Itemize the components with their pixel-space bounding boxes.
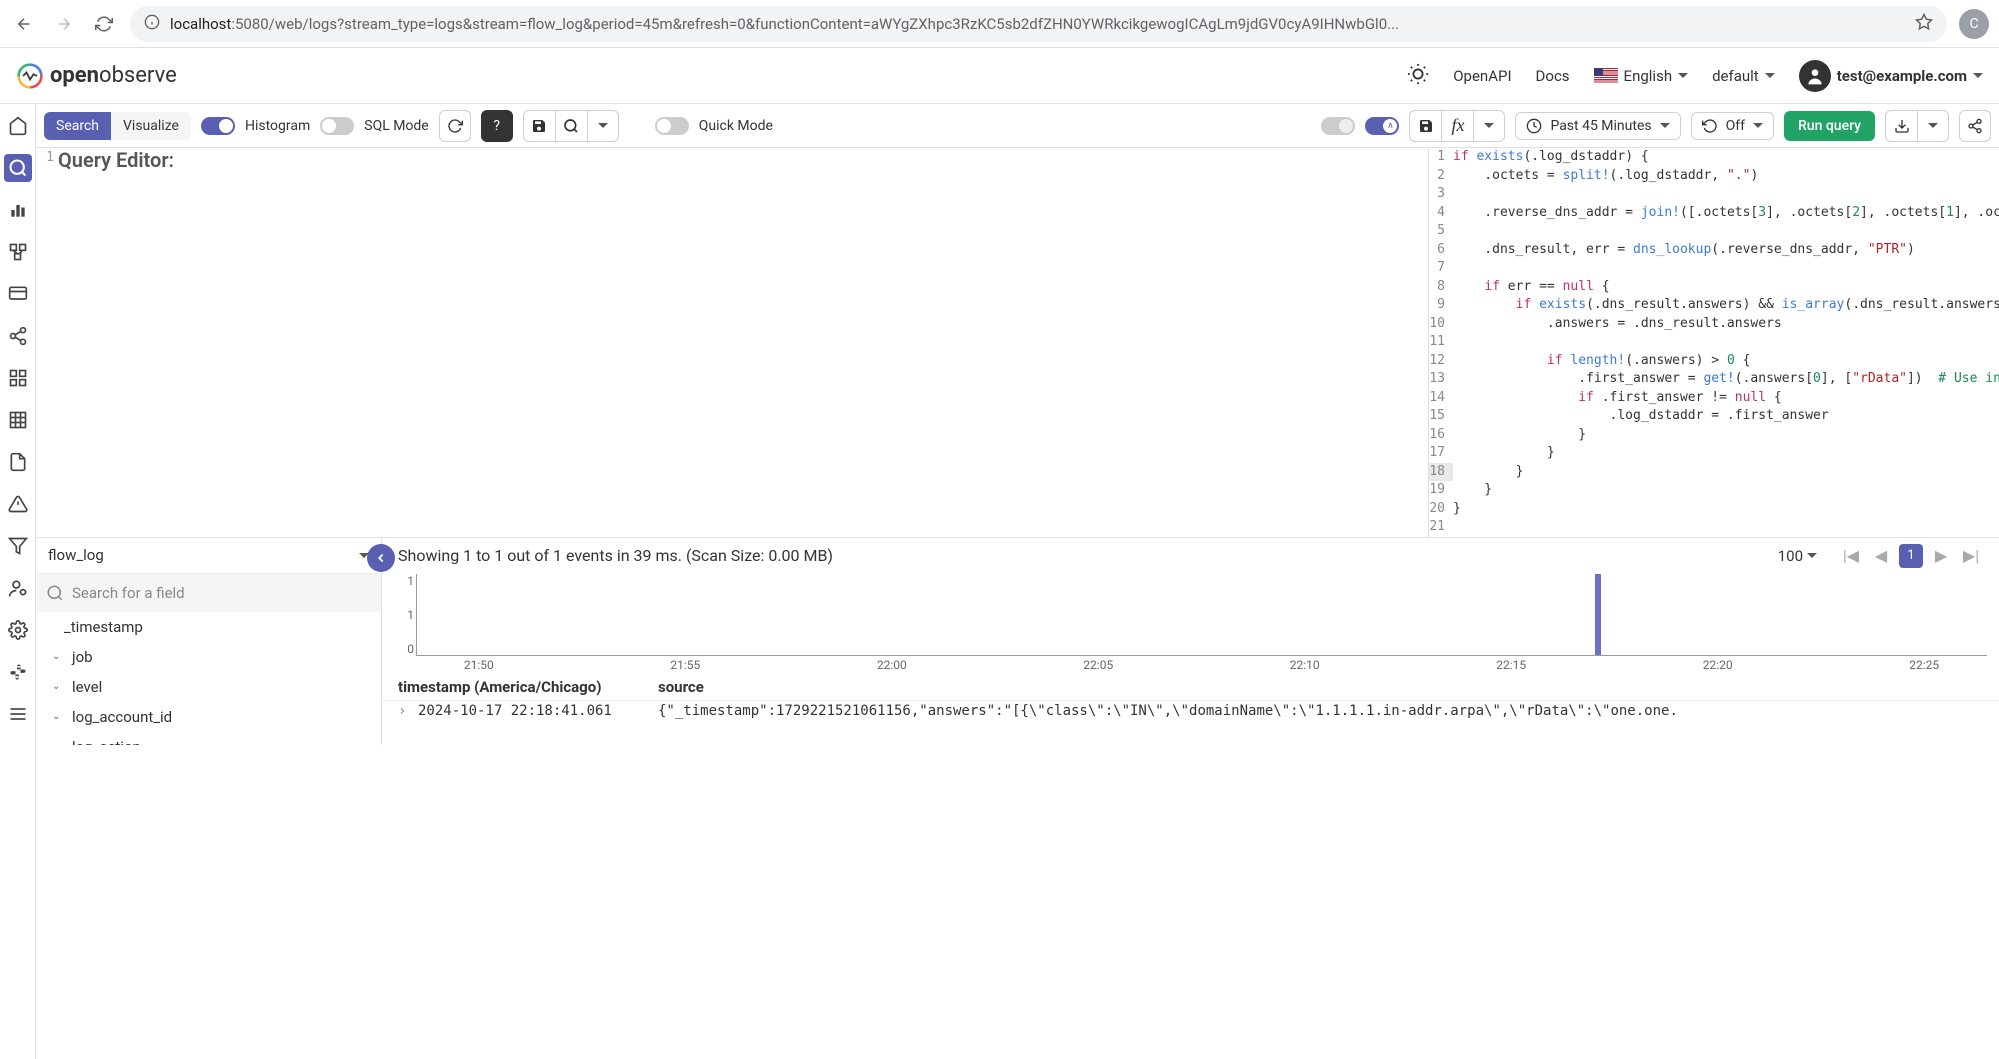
language-selector[interactable]: English — [1594, 67, 1689, 85]
function-editor[interactable]: 1if exists(.log_dstaddr) {2 .octets = sp… — [1429, 148, 1999, 537]
mode-segment: Search Visualize — [44, 112, 191, 140]
site-info-icon[interactable] — [144, 14, 160, 34]
function-save-button[interactable] — [1409, 110, 1441, 142]
url-text: localhost:5080/web/logs?stream_type=logs… — [170, 15, 1905, 33]
function-dropdown[interactable] — [1473, 110, 1505, 142]
save-dropdown[interactable] — [587, 110, 619, 142]
field-search-input[interactable]: Search for a field — [36, 574, 381, 612]
quick-mode-label: Quick Mode — [699, 118, 773, 134]
run-query-button[interactable]: Run query — [1784, 111, 1875, 141]
refresh-label: Off — [1726, 118, 1745, 134]
share-button[interactable] — [1959, 110, 1991, 142]
docs-link[interactable]: Docs — [1536, 67, 1570, 85]
vrl-toggle[interactable] — [1321, 117, 1355, 135]
sidebar-home[interactable] — [4, 112, 32, 140]
sidebar-dashboards[interactable] — [4, 364, 32, 392]
field-item[interactable]: ⌄log_action — [36, 732, 381, 745]
results-summary: Showing 1 to 1 out of 1 events in 39 ms.… — [398, 546, 833, 565]
th-timestamp[interactable]: timestamp (America/Chicago) — [398, 678, 658, 696]
saved-search-button[interactable] — [555, 110, 587, 142]
language-label: English — [1624, 67, 1673, 85]
sql-mode-toggle[interactable] — [320, 117, 354, 135]
query-editor[interactable]: 1 Query Editor: — [36, 148, 1429, 537]
field-item[interactable]: ⌄log_account_id — [36, 702, 381, 732]
url-bar[interactable]: localhost:5080/web/logs?stream_type=logs… — [130, 6, 1947, 42]
sidebar-rum[interactable] — [4, 280, 32, 308]
function-toggle[interactable]: ∧ — [1365, 117, 1399, 135]
sidebar-about[interactable] — [4, 700, 32, 728]
sidebar-settings[interactable] — [4, 616, 32, 644]
chevron-down-icon — [1660, 123, 1670, 128]
user-avatar-icon — [1799, 60, 1831, 92]
download-button[interactable] — [1885, 110, 1917, 142]
time-range-picker[interactable]: Past 45 Minutes — [1515, 112, 1680, 140]
histogram-label: Histogram — [245, 118, 310, 134]
forward-button[interactable] — [50, 10, 78, 38]
chevron-down-icon — [1753, 123, 1763, 128]
user-menu[interactable]: test@example.com — [1799, 60, 1983, 92]
logo-text: openobserve — [50, 63, 177, 88]
org-label: default — [1712, 67, 1759, 85]
app-logo[interactable]: openobserve — [16, 62, 177, 90]
reload-button[interactable] — [90, 10, 118, 38]
sidebar-traces[interactable] — [4, 238, 32, 266]
stream-selector[interactable]: flow_log — [36, 538, 381, 574]
sidebar-reports[interactable] — [4, 448, 32, 476]
sidebar-slack[interactable] — [4, 658, 32, 686]
sidebar-functions[interactable] — [4, 532, 32, 560]
pager-current: 1 — [1899, 544, 1923, 568]
sidebar-logs[interactable] — [4, 154, 32, 182]
field-item[interactable]: _timestamp — [36, 612, 381, 642]
sql-mode-label: SQL Mode — [364, 118, 428, 134]
query-editor-label: Query Editor: — [36, 148, 1428, 172]
pager-next[interactable]: ▶ — [1929, 544, 1953, 568]
stream-name: flow_log — [48, 546, 104, 564]
th-source[interactable]: source — [658, 678, 704, 696]
save-button[interactable] — [523, 110, 555, 142]
user-email: test@example.com — [1837, 67, 1967, 85]
time-range-label: Past 45 Minutes — [1550, 118, 1651, 134]
field-item[interactable]: ⌄job — [36, 642, 381, 672]
function-button[interactable]: fx — [1441, 110, 1473, 142]
chevron-down-icon — [1765, 73, 1775, 78]
auto-refresh-picker[interactable]: Off — [1691, 112, 1774, 140]
help-button[interactable]: ? — [481, 110, 513, 142]
pager-prev[interactable]: ◀ — [1869, 544, 1893, 568]
sidebar-streams[interactable] — [4, 406, 32, 434]
flag-us-icon — [1594, 68, 1618, 84]
pager-first[interactable]: |◀ — [1839, 544, 1863, 568]
theme-toggle-icon[interactable] — [1407, 63, 1429, 89]
table-row[interactable]: ›2024-10-17 22:18:41.061{"_timestamp":17… — [382, 701, 1999, 721]
sidebar-pipelines[interactable] — [4, 322, 32, 350]
field-search-placeholder: Search for a field — [72, 584, 185, 602]
histogram-chart[interactable]: 110 21:5021:5522:0022:0522:1022:1522:202… — [394, 574, 1987, 674]
bookmark-star-icon[interactable] — [1915, 13, 1933, 35]
sidebar-iam[interactable] — [4, 574, 32, 602]
field-item[interactable]: ⌄level — [36, 672, 381, 702]
visualize-tab[interactable]: Visualize — [111, 112, 191, 140]
refresh-fields-button[interactable] — [439, 110, 471, 142]
download-dropdown[interactable] — [1917, 110, 1949, 142]
logo-icon — [16, 62, 44, 90]
gutter: 1 — [36, 148, 54, 165]
page-size-selector[interactable]: 100 — [1778, 547, 1817, 565]
histogram-toggle[interactable] — [201, 117, 235, 135]
search-tab[interactable]: Search — [44, 112, 111, 140]
back-button[interactable] — [10, 10, 38, 38]
openapi-link[interactable]: OpenAPI — [1453, 67, 1511, 85]
sidebar-alerts[interactable] — [4, 490, 32, 518]
browser-profile-avatar[interactable]: C — [1959, 9, 1989, 39]
sidebar-metrics[interactable] — [4, 196, 32, 224]
chevron-down-icon — [1973, 73, 1983, 78]
org-selector[interactable]: default — [1712, 67, 1775, 85]
quick-mode-toggle[interactable] — [655, 117, 689, 135]
collapse-fields-button[interactable] — [367, 544, 395, 572]
pager-last[interactable]: ▶| — [1959, 544, 1983, 568]
chevron-down-icon — [1678, 73, 1688, 78]
